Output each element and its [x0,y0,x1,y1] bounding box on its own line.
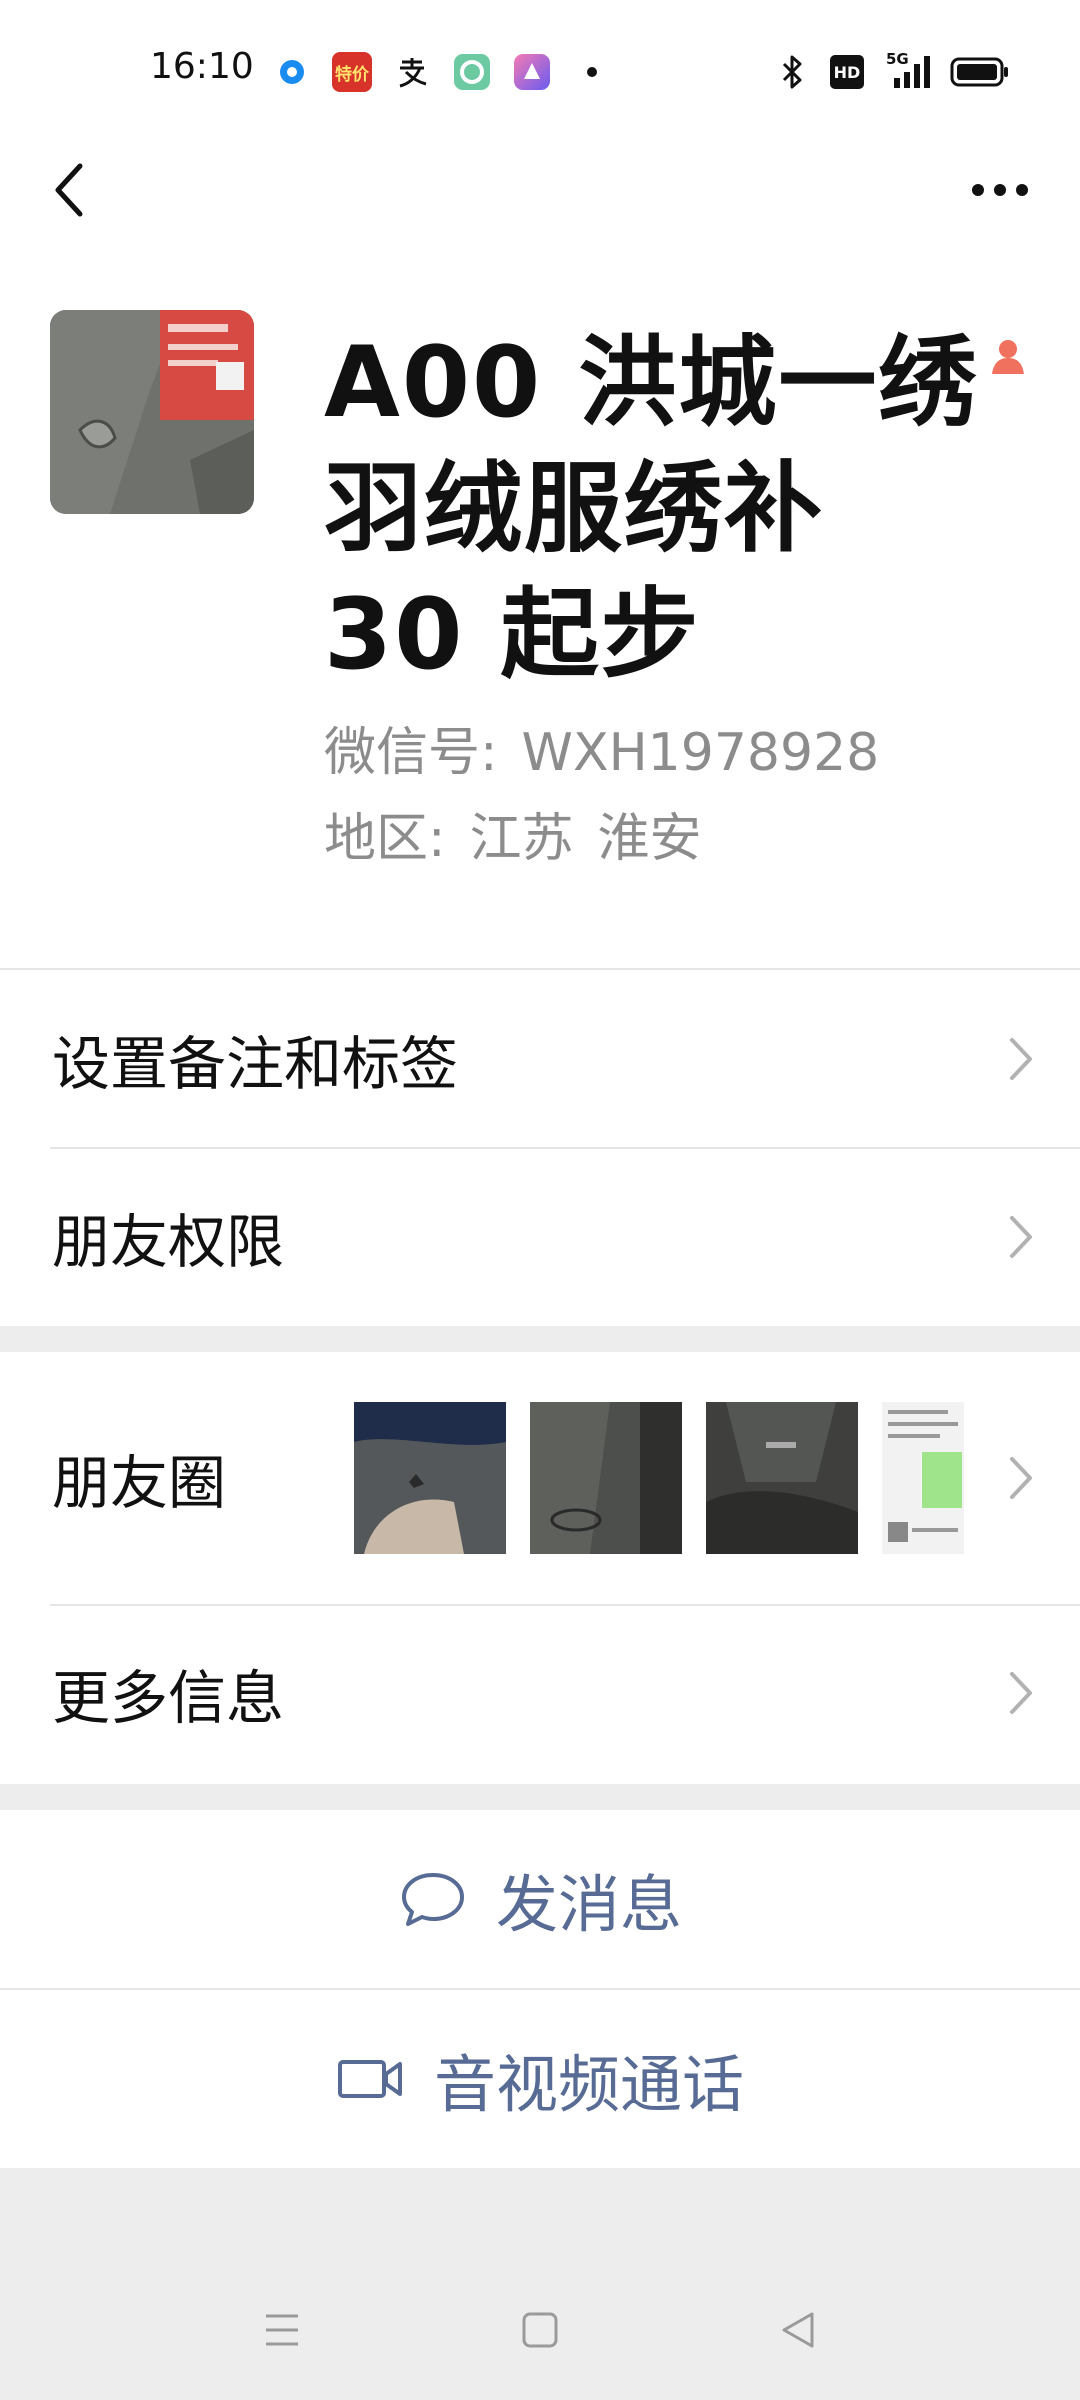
triangle-back-icon [782,2312,814,2348]
system-back-button[interactable] [758,2290,838,2370]
notification-icons: 特价 [272,52,612,92]
moments-thumbnail [882,1402,964,1554]
back-button[interactable] [40,150,100,230]
menu-lines-icon [266,2314,298,2346]
settings-menu-group: 设置备注和标签 朋友权限 [0,970,1080,1326]
tejia-label: 特价 [335,64,369,85]
status-bar: 16:10 特价 HD 5G [0,0,1080,140]
video-call-button[interactable]: 音视频通话 [0,1990,1080,2168]
recent-apps-button[interactable] [242,2290,322,2370]
profile-card: A00 洪城一绣羽绒服绣补 30 起步 微信号: WXH1978928 地区: 江苏… [0,270,1080,968]
moments-thumbnail [530,1402,682,1554]
home-button[interactable] [500,2290,580,2370]
video-camera-icon [337,2060,402,2098]
moments-thumbnail [354,1402,506,1554]
moments-thumbnail [706,1402,858,1554]
region-row: 地区: 江苏 淮安 [324,796,726,871]
menu-item-remark-tags[interactable]: 设置备注和标签 [0,970,1080,1148]
battery-icon [950,52,1010,92]
square-home-icon [522,2312,558,2348]
system-status-icons: HD 5G [772,50,1010,92]
5g-signal-icon: 5G [882,50,932,92]
avatar[interactable] [50,310,254,514]
bluetooth-icon [772,52,812,92]
menu-label-moments: 朋友圈 [52,1449,227,1517]
more-dots-icon [972,184,1028,196]
chevron-right-icon [1010,1672,1032,1714]
more-options-button[interactable] [960,150,1040,230]
hd-label: HD [833,62,861,82]
menu-label-more-info: 更多信息 [52,1664,285,1732]
status-time: 16:10 [150,46,254,87]
contact-display-name: A00 洪城一绣羽绒服绣补 30 起步 [324,326,979,692]
region-city: 淮安 [597,809,702,869]
chevron-left-icon [55,163,83,217]
chevron-right-icon [1010,1457,1032,1499]
video-call-label: 音视频通话 [433,2048,744,2121]
menu-label-remark-tags: 设置备注和标签 [52,1030,459,1098]
send-message-button[interactable]: 发消息 [0,1810,1080,1988]
send-message-label: 发消息 [495,1868,682,1941]
wechat-id-value[interactable]: WXH1978928 [522,723,880,783]
menu-item-friend-permissions[interactable]: 朋友权限 [0,1148,1080,1326]
region-label: 地区: [324,809,446,869]
menu-item-moments[interactable]: 朋友圈 [0,1352,1080,1604]
tejia-app-icon: 特价 [332,52,372,92]
green-ring-app-icon [452,52,492,92]
chevron-right-icon [1010,1216,1032,1258]
chevron-right-icon [1010,1038,1032,1080]
person-female-icon [988,336,1028,376]
chat-bubble-icon [401,1873,464,1926]
info-menu-group: 朋友圈 更多信息 [0,1352,1080,1784]
purple-app-icon [512,52,552,92]
more-dot-icon [572,52,612,92]
blue-dot-app-icon [272,52,312,92]
menu-label-friend-permissions: 朋友权限 [52,1208,285,1276]
system-nav-bar [0,2250,1080,2400]
region-province: 江苏 [469,809,574,869]
wechat-id-row: 微信号: WXH1978928 [324,710,903,785]
top-nav-bar [0,140,1080,270]
moments-thumbnails [354,1402,964,1554]
menu-item-more-info[interactable]: 更多信息 [0,1604,1080,1782]
alipay-icon [392,52,432,92]
hd-icon: HD [830,55,864,89]
wechat-id-label: 微信号: [324,723,498,783]
